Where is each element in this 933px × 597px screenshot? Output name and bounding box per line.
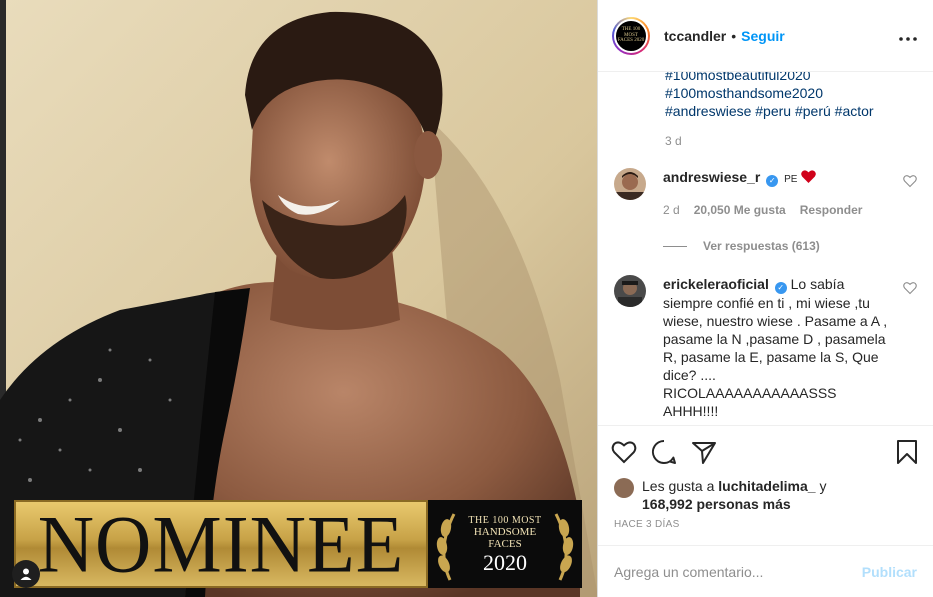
action-bar <box>598 425 933 477</box>
replies-divider <box>663 245 687 247</box>
instagram-post: NOMINEE THE 100 MOST HANDSOME FACES 2020… <box>0 0 933 597</box>
comment-body: andreswiese_r ✓ PE 2 d 20,050 Me gusta R… <box>663 168 917 219</box>
seal-line-1: THE 100 MOST <box>468 514 542 526</box>
bookmark-icon[interactable] <box>893 438 921 466</box>
share-icon[interactable] <box>690 438 718 466</box>
view-replies-button[interactable]: Ver respuestas (613) <box>614 239 917 253</box>
follow-button[interactable]: Seguir <box>741 28 785 44</box>
comment-likes[interactable]: 20,050 Me gusta <box>694 201 786 219</box>
nominee-title: NOMINEE <box>37 497 405 590</box>
likes-count[interactable]: 168,992 personas más <box>642 496 791 512</box>
comment: andreswiese_r ✓ PE 2 d 20,050 Me gusta R… <box>614 168 917 219</box>
reply-button[interactable]: Responder <box>800 201 863 219</box>
comment-input[interactable] <box>614 563 862 580</box>
separator-dot: • <box>731 27 737 44</box>
hashtag-line[interactable]: #andreswiese #peru #perú #actor <box>665 102 917 120</box>
comment-time[interactable]: 2 d <box>663 201 680 219</box>
comment-body: erickeleraoficial ✓ Lo sabía siempre con… <box>663 275 917 420</box>
caption-hashtags: #100mostbeautiful2020 #100mosthandsome20… <box>614 72 917 120</box>
author-avatar[interactable]: THE 100 MOST FACES 2020 <box>612 16 650 55</box>
view-replies-label: Ver respuestas (613) <box>703 239 820 253</box>
comment-heart-icon[interactable] <box>903 281 917 295</box>
seal-line-2: HANDSOME <box>473 525 537 538</box>
comments-section[interactable]: #100mostbeautiful2020 #100mosthandsome20… <box>598 72 933 425</box>
likes-prefix: Les gusta a <box>642 478 715 494</box>
seal-line-3: FACES <box>488 537 522 550</box>
comment-heart-icon[interactable] <box>903 174 917 188</box>
award-seal: THE 100 MOST HANDSOME FACES 2020 <box>428 500 582 588</box>
comment-meta: 2 d 20,050 Me gusta Responder <box>663 201 889 219</box>
user-tag-icon[interactable] <box>12 560 40 588</box>
comment-text: PE <box>784 174 798 185</box>
comment-icon[interactable] <box>650 438 678 466</box>
heart-emoji-icon <box>801 170 817 183</box>
verified-icon: ✓ <box>766 175 779 187</box>
post-sidebar: THE 100 MOST FACES 2020 tccandler • Segu… <box>598 0 933 597</box>
add-comment-bar: Publicar <box>598 545 933 597</box>
caption-time[interactable]: 3 d <box>614 134 917 148</box>
author-avatar-image: THE 100 MOST FACES 2020 <box>614 18 648 53</box>
hashtag-line[interactable]: #100mosthandsome2020 <box>665 84 917 102</box>
comment: erickeleraoficial ✓ Lo sabía siempre con… <box>614 275 917 420</box>
commenter-avatar[interactable] <box>614 168 646 200</box>
nominee-plate: NOMINEE <box>14 500 428 588</box>
seal-year: 2020 <box>483 549 527 575</box>
publish-button[interactable]: Publicar <box>862 564 917 580</box>
post-time[interactable]: HACE 3 DÍAS <box>598 513 933 535</box>
author-username[interactable]: tccandler <box>664 28 726 44</box>
likes-joiner: y <box>819 478 827 494</box>
more-icon[interactable] <box>899 25 917 46</box>
hashtag-line[interactable]: #100mostbeautiful2020 <box>665 72 917 84</box>
liker-avatar[interactable] <box>614 478 634 498</box>
commenter-avatar[interactable] <box>614 275 646 307</box>
post-header: THE 100 MOST FACES 2020 tccandler • Segu… <box>598 0 933 72</box>
likes-summary: Les gusta a luchitadelima_ y 168,992 per… <box>598 477 933 513</box>
verified-icon: ✓ <box>774 282 787 294</box>
nominee-banner: NOMINEE THE 100 MOST HANDSOME FACES 2020 <box>14 500 582 590</box>
comment-text: Lo sabía siempre confié en ti , mi wiese… <box>663 276 888 419</box>
liker-username[interactable]: luchitadelima_ <box>718 478 815 494</box>
post-image[interactable]: NOMINEE THE 100 MOST HANDSOME FACES 2020 <box>0 0 598 597</box>
heart-icon[interactable] <box>610 438 638 466</box>
commenter-username[interactable]: erickeleraoficial <box>663 276 769 292</box>
likes-text: Les gusta a luchitadelima_ y 168,992 per… <box>642 477 826 513</box>
commenter-username[interactable]: andreswiese_r <box>663 169 760 185</box>
